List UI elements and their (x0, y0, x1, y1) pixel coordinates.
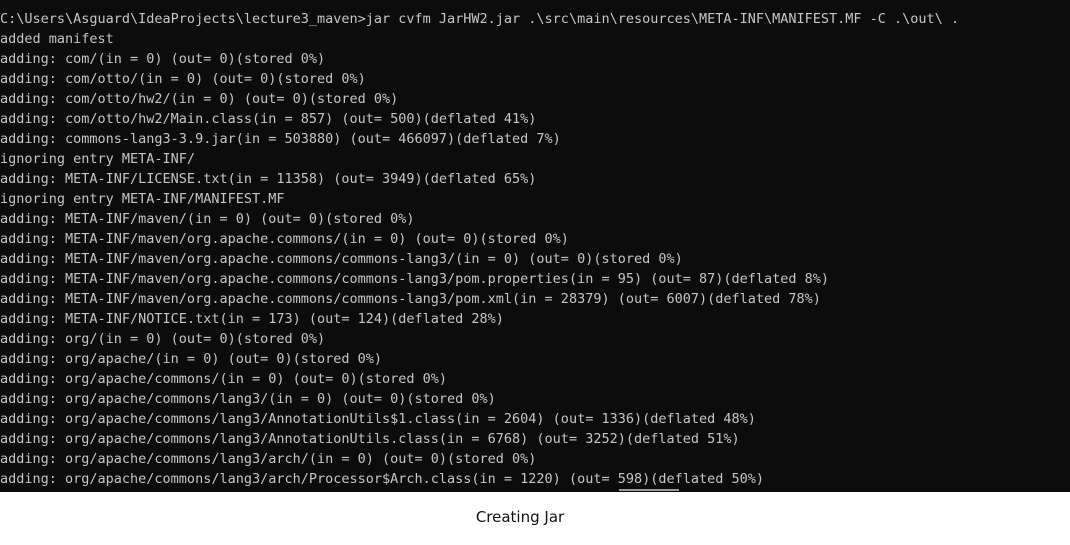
console-output-line: adding: com/otto/(in = 0) (out= 0)(store… (0, 71, 366, 87)
console-output-line: adding: org/apache/commons/lang3/Annotat… (0, 431, 740, 447)
console-output-line: adding: com/otto/hw2/(in = 0) (out= 0)(s… (0, 91, 399, 107)
console-output-line: added manifest (0, 31, 114, 47)
figure-caption: Creating Jar (475, 508, 565, 526)
console-window[interactable]: C:\Users\Asguard\IdeaProjects\lecture3_m… (0, 0, 1070, 492)
console-output-line: adding: META-INF/maven/(in = 0) (out= 0)… (0, 211, 415, 227)
console-output-line: ignoring entry META-INF/ (0, 151, 196, 167)
console-output-line: ignoring entry META-INF/MANIFEST.MF (0, 191, 285, 207)
text-cursor (619, 489, 679, 491)
console-output-line: adding: org/apache/commons/lang3/arch/(i… (0, 451, 537, 467)
console-output-line: adding: org/apache/commons/lang3/arch/Pr… (0, 471, 765, 487)
command-line: C:\Users\Asguard\IdeaProjects\lecture3_m… (0, 11, 960, 27)
console-output-line: adding: commons-lang3-3.9.jar(in = 50388… (0, 131, 561, 147)
console-output-line: adding: META-INF/maven/org.apache.common… (0, 251, 683, 267)
console-output-line: adding: com/otto/hw2/Main.class(in = 857… (0, 111, 537, 127)
console-output-line: adding: com/(in = 0) (out= 0)(stored 0%) (0, 51, 326, 67)
console-output-line: adding: META-INF/maven/org.apache.common… (0, 271, 830, 287)
console-output-line: adding: org/apache/commons/(in = 0) (out… (0, 371, 448, 387)
console-output-line: adding: org/apache/commons/lang3/(in = 0… (0, 391, 496, 407)
console-output-line: adding: org/(in = 0) (out= 0)(stored 0%) (0, 331, 326, 347)
console-output-line: adding: META-INF/maven/org.apache.common… (0, 231, 569, 247)
screenshot-page: C:\Users\Asguard\IdeaProjects\lecture3_m… (0, 0, 1070, 545)
console-output-line: adding: org/apache/commons/lang3/Annotat… (0, 411, 756, 427)
console-output: C:\Users\Asguard\IdeaProjects\lecture3_m… (0, 9, 959, 489)
console-output-line: adding: META-INF/LICENSE.txt(in = 11358)… (0, 171, 537, 187)
console-output-line: adding: META-INF/NOTICE.txt(in = 173) (o… (0, 311, 504, 327)
console-output-line: adding: META-INF/maven/org.apache.common… (0, 291, 821, 307)
console-output-line: adding: org/apache/(in = 0) (out= 0)(sto… (0, 351, 383, 367)
